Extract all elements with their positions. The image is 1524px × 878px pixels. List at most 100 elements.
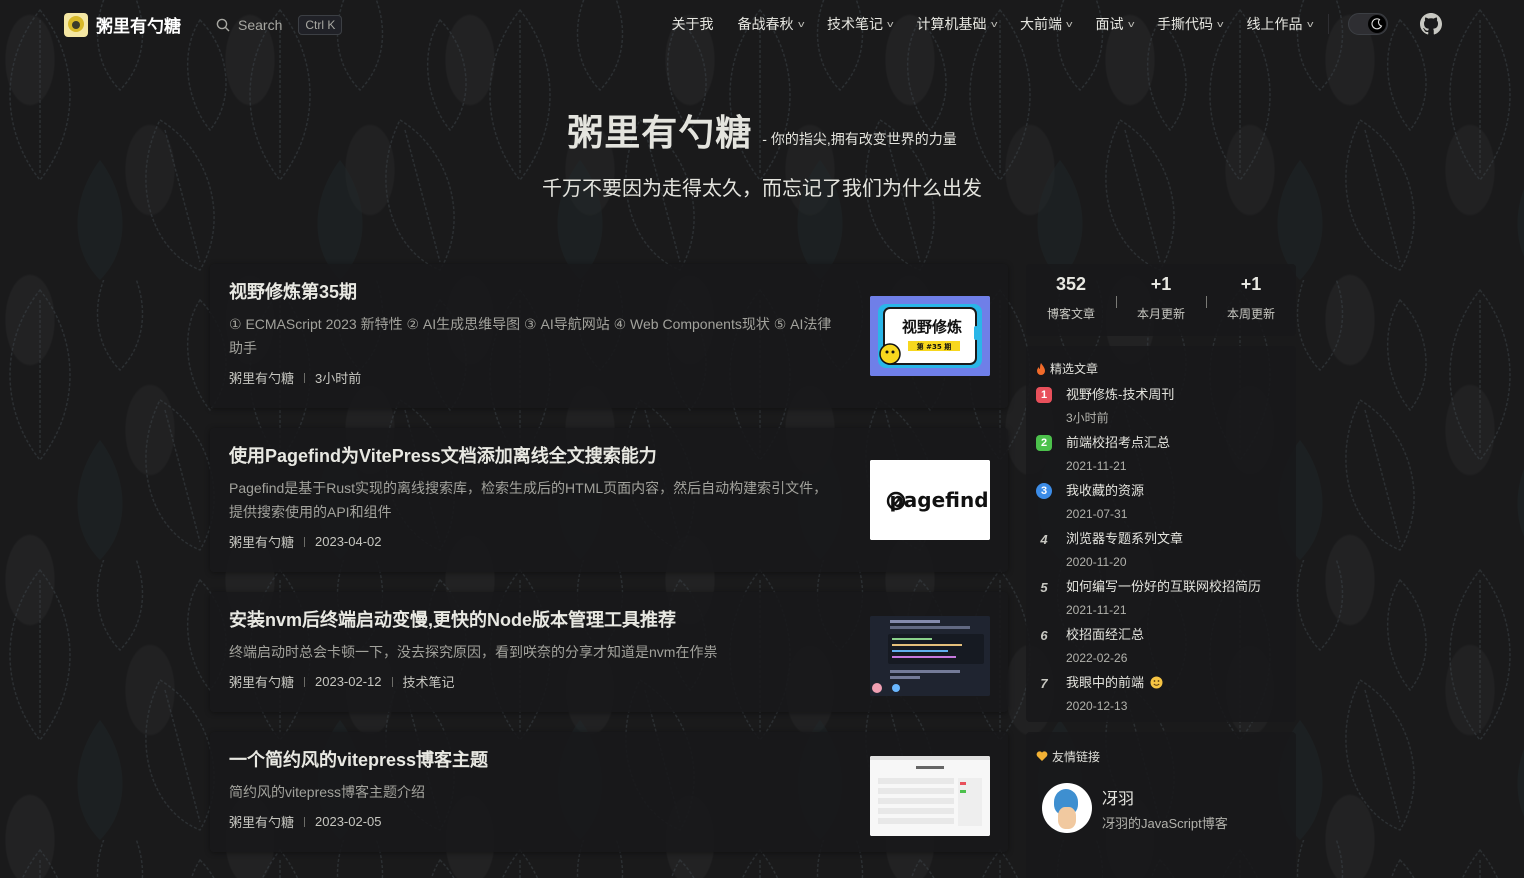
meta-separator xyxy=(304,676,306,687)
nav-item-prepare[interactable]: 备战春秋 v xyxy=(738,14,804,34)
article-card[interactable]: 使用Pagefind为VitePress文档添加离线全文搜索能力 Pagefin… xyxy=(210,428,1008,572)
article-tag[interactable]: 技术笔记 xyxy=(403,672,455,691)
featured-item[interactable]: 2 前端校招考点汇总 2021-11-21 xyxy=(1036,434,1286,473)
nav-item-about[interactable]: 关于我 xyxy=(672,14,714,34)
chevron-down-icon: v xyxy=(1217,19,1224,29)
chevron-down-icon: v xyxy=(1306,19,1313,29)
stat-value: +1 xyxy=(1150,274,1172,294)
rank-badge: 2 xyxy=(1036,435,1052,451)
thumbnail-title: 视野修炼 xyxy=(902,318,962,336)
featured-item-date: 2020-11-20 xyxy=(1066,555,1127,569)
nav-divider xyxy=(1328,14,1329,34)
chevron-down-icon: v xyxy=(1127,19,1134,29)
featured-item[interactable]: 1 视野修炼-技术周刊 3小时前 xyxy=(1036,386,1286,425)
friend-name[interactable]: 冴羽 xyxy=(1102,785,1228,809)
article-list: 视野修炼第35期 ① ECMAScript 2023 新特性 ② AI生成思维导… xyxy=(210,264,1008,872)
search-shortcut-key: Ctrl K xyxy=(298,15,343,35)
thumbnail-title: pagefind xyxy=(889,488,988,512)
dark-mode-toggle[interactable] xyxy=(1348,13,1388,35)
search-icon xyxy=(216,18,230,32)
article-card[interactable]: 一个简约风的vitepress博客主题 简约风的vitepress博客主题介绍 … xyxy=(210,732,1008,852)
rank-number: 4 xyxy=(1040,531,1048,547)
featured-item-title: 我眼中的前端 xyxy=(1066,675,1145,690)
rank-number: 6 xyxy=(1040,627,1048,643)
hero-section: 粥里有勺糖 - 你的指尖,拥有改变世界的力量 千万不要因为走得太久，而忘记了我们… xyxy=(0,104,1524,201)
meta-separator xyxy=(304,536,306,547)
featured-header: 精选文章 xyxy=(1036,360,1286,377)
nav-item-label: 大前端 xyxy=(1020,16,1062,32)
site-logo-icon xyxy=(64,12,88,37)
article-author: 粥里有勺糖 xyxy=(229,371,295,386)
nav-item-frontend[interactable]: 大前端 v xyxy=(1020,14,1072,34)
meta-separator xyxy=(304,816,306,827)
brand-name: 粥里有勺糖 xyxy=(96,17,181,36)
meta-separator xyxy=(391,676,393,687)
article-thumbnail[interactable] xyxy=(870,616,990,696)
featured-articles-card: 精选文章 1 视野修炼-技术周刊 3小时前 2 前端校招考点汇总 2021-11-2… xyxy=(1026,346,1296,722)
featured-item[interactable]: 7 我眼中的前端 2020-12-13 xyxy=(1036,674,1286,713)
hero-tagline: - 你的指尖,拥有改变世界的力量 xyxy=(762,131,957,147)
article-date: 2023-02-12 xyxy=(315,674,382,689)
nav-item-tech-notes[interactable]: 技术笔记 v xyxy=(827,14,893,34)
search-label: Search xyxy=(238,17,283,33)
friend-links-title: 友情链接 xyxy=(1052,750,1101,764)
thumbnail-subtitle: 第 #35 期 xyxy=(917,342,951,351)
featured-item-title-row[interactable]: 我眼中的前端 xyxy=(1066,674,1163,692)
article-author: 粥里有勺糖 xyxy=(229,815,295,830)
nav-item-online-works[interactable]: 线上作品 v xyxy=(1247,14,1313,34)
featured-item-title[interactable]: 校招面经汇总 xyxy=(1066,626,1144,644)
chevron-down-icon: v xyxy=(1066,19,1073,29)
friend-description: 冴羽的JavaScript博客 xyxy=(1102,815,1228,831)
blog-stats-card: 352 博客文章 +1 本月更新 +1 本周更新 xyxy=(1026,264,1296,336)
search-button[interactable]: Search Ctrl K xyxy=(216,13,343,37)
heart-icon xyxy=(1036,751,1048,761)
hero-title: 粥里有勺糖 xyxy=(567,112,753,153)
chevron-down-icon: v xyxy=(797,19,804,29)
friend-avatar xyxy=(1042,783,1092,833)
friend-links-card: 友情链接 冴羽 冴羽的JavaScript博客 xyxy=(1026,732,1296,878)
article-author: 粥里有勺糖 xyxy=(229,675,295,690)
article-thumbnail[interactable]: pagefind xyxy=(870,460,990,540)
featured-item-title[interactable]: 如何编写一份好的互联网校招简历 xyxy=(1066,578,1261,596)
nav-item-cs-basics[interactable]: 计算机基础 v xyxy=(917,14,997,34)
featured-item[interactable]: 6 校招面经汇总 2022-02-26 xyxy=(1036,626,1286,665)
chevron-down-icon: v xyxy=(887,19,894,29)
article-description: 终端启动时总会卡顿一下，没去探究原因，看到咲奈的分享才知道是nvm在作祟 xyxy=(229,644,718,660)
article-thumbnail[interactable] xyxy=(870,756,990,836)
friend-links-header: 友情链接 xyxy=(1036,748,1286,765)
featured-item-title[interactable]: 前端校招考点汇总 xyxy=(1066,434,1170,452)
nav-menu: 关于我 备战春秋 v 技术笔记 v 计算机基础 v 大前端 v 面试 v 手撕代码 v 线上… xyxy=(648,0,1313,48)
featured-item-date: 2021-11-21 xyxy=(1066,603,1127,617)
nav-item-label: 手撕代码 xyxy=(1157,16,1213,32)
featured-item-date: 2021-11-21 xyxy=(1066,459,1127,473)
stat-value: 352 xyxy=(1055,274,1087,294)
featured-item-title[interactable]: 我收藏的资源 xyxy=(1066,482,1144,500)
featured-item[interactable]: 3 我收藏的资源 2021-07-31 xyxy=(1036,482,1286,521)
rank-number: 7 xyxy=(1040,675,1048,691)
stat-label: 博客文章 xyxy=(1046,307,1095,321)
rank-badge: 3 xyxy=(1036,483,1052,499)
nav-item-label: 面试 xyxy=(1095,16,1124,32)
article-card[interactable]: 安装nvm后终端启动变慢,更快的Node版本管理工具推荐 终端启动时总会卡顿一下… xyxy=(210,592,1008,712)
featured-item-date: 2020-12-13 xyxy=(1066,699,1128,713)
stat-label: 本月更新 xyxy=(1136,307,1185,321)
featured-item-title[interactable]: 浏览器专题系列文章 xyxy=(1066,530,1183,548)
stat-value: +1 xyxy=(1240,274,1262,294)
meta-separator xyxy=(304,372,306,383)
brand-link[interactable]: 粥里有勺糖 xyxy=(64,12,181,37)
nav-item-handwritten-code[interactable]: 手撕代码 v xyxy=(1157,14,1223,34)
featured-item[interactable]: 4 浏览器专题系列文章 2020-11-20 xyxy=(1036,530,1286,569)
nav-item-label: 线上作品 xyxy=(1246,16,1303,32)
article-author: 粥里有勺糖 xyxy=(229,535,295,550)
article-card[interactable]: 视野修炼第35期 ① ECMAScript 2023 新特性 ② AI生成思维导… xyxy=(210,264,1008,408)
stat-label: 本周更新 xyxy=(1226,307,1275,321)
featured-item[interactable]: 5 如何编写一份好的互联网校招简历 2021-11-21 xyxy=(1036,578,1286,617)
nav-item-interview[interactable]: 面试 v xyxy=(1096,14,1134,34)
friend-link[interactable]: 冴羽 冴羽的JavaScript博客 xyxy=(1036,783,1286,833)
nav-item-label: 计算机基础 xyxy=(916,16,987,32)
github-icon[interactable] xyxy=(1420,13,1442,35)
featured-item-title[interactable]: 视野修炼-技术周刊 xyxy=(1066,386,1174,404)
article-thumbnail[interactable]: 视野修炼 第 #35 期 xyxy=(870,296,990,376)
featured-item-date: 2021-07-31 xyxy=(1066,507,1128,521)
stat-weekly-updates: +1 本周更新 xyxy=(1206,274,1296,336)
